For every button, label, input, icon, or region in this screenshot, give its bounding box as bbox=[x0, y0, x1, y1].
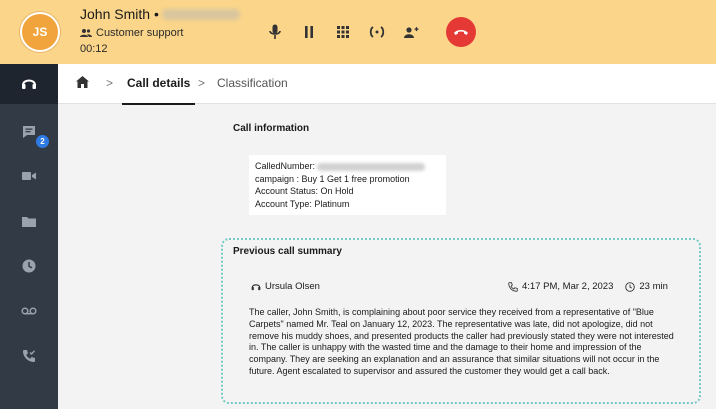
summary-agent: Ursula Olsen bbox=[251, 281, 320, 292]
queue-label: Customer support bbox=[80, 27, 183, 39]
add-user-icon bbox=[404, 27, 419, 38]
agent-name: Ursula Olsen bbox=[265, 281, 320, 292]
sidebar-item-video[interactable] bbox=[0, 156, 58, 196]
video-icon bbox=[22, 172, 36, 180]
headset-icon bbox=[22, 79, 36, 89]
call-information-card: CalledNumber: campaign : Buy 1 Get 1 fre… bbox=[249, 155, 446, 215]
hangup-icon bbox=[454, 30, 468, 35]
call-timer: 00:12 bbox=[80, 43, 108, 55]
sidebar-item-voicemail[interactable] bbox=[0, 291, 58, 331]
caller-number-redacted bbox=[162, 9, 240, 20]
summary-text: The caller, John Smith, is complaining a… bbox=[249, 307, 674, 376]
call-datetime: 4:17 PM, Mar 2, 2023 bbox=[522, 281, 614, 292]
sidebar-item-folders[interactable] bbox=[0, 201, 58, 241]
account-status-row: Account Status: On Hold bbox=[255, 186, 354, 196]
caller-name-text: John Smith bbox=[80, 6, 151, 22]
group-icon bbox=[80, 29, 92, 37]
clock-icon bbox=[22, 259, 36, 273]
chat-badge: 2 bbox=[36, 135, 49, 148]
microphone-icon bbox=[269, 24, 281, 39]
called-number-label: CalledNumber: bbox=[255, 161, 316, 171]
caller-name: John Smith • bbox=[80, 6, 159, 22]
transfer-button[interactable] bbox=[360, 18, 394, 46]
call-bar: JS John Smith • Customer support 00:12 bbox=[0, 0, 716, 64]
breadcrumb: > Call details > Classification bbox=[58, 64, 716, 105]
dialpad-icon bbox=[337, 26, 349, 38]
name-separator: • bbox=[154, 6, 159, 22]
call-information-title: Call information bbox=[233, 123, 310, 134]
hangup-button[interactable] bbox=[446, 17, 476, 47]
voicemail-icon bbox=[21, 307, 37, 315]
breadcrumb-separator: > bbox=[106, 76, 114, 90]
queue-name: Customer support bbox=[96, 27, 184, 39]
called-number-row: CalledNumber: bbox=[255, 160, 440, 173]
phone-icon bbox=[508, 281, 518, 292]
sidebar: 2 bbox=[0, 64, 58, 409]
sidebar-item-history[interactable] bbox=[0, 246, 58, 286]
keypad-button[interactable] bbox=[326, 18, 360, 46]
caller-avatar: JS bbox=[20, 12, 60, 52]
sidebar-item-chat[interactable]: 2 bbox=[0, 112, 58, 152]
phone-check-icon bbox=[23, 350, 36, 362]
headset-icon bbox=[251, 283, 261, 290]
account-type-row: Account Type: Platinum bbox=[255, 198, 350, 209]
pause-icon bbox=[305, 26, 313, 38]
call-duration: 23 min bbox=[639, 281, 668, 292]
called-number-redacted bbox=[317, 162, 426, 171]
breadcrumb-call-details[interactable]: Call details bbox=[121, 76, 196, 105]
mute-button[interactable] bbox=[258, 18, 292, 46]
breadcrumb-classification[interactable]: Classification bbox=[217, 76, 288, 90]
sidebar-item-calls[interactable] bbox=[0, 64, 58, 104]
hold-button[interactable] bbox=[292, 18, 326, 46]
campaign-row: campaign : Buy 1 Get 1 free promotion bbox=[255, 173, 410, 184]
transfer-icon bbox=[369, 26, 385, 38]
folder-icon bbox=[22, 216, 36, 227]
summary-meta: 4:17 PM, Mar 2, 2023 23 min bbox=[508, 281, 668, 292]
add-participant-button[interactable] bbox=[394, 18, 428, 46]
home-icon[interactable] bbox=[76, 76, 89, 88]
breadcrumb-separator: > bbox=[198, 76, 206, 90]
call-controls bbox=[258, 18, 428, 46]
clock-icon bbox=[625, 281, 636, 292]
chat-icon bbox=[23, 126, 35, 138]
previous-call-summary-title: Previous call summary bbox=[233, 246, 342, 257]
sidebar-item-call-log[interactable] bbox=[0, 336, 58, 376]
